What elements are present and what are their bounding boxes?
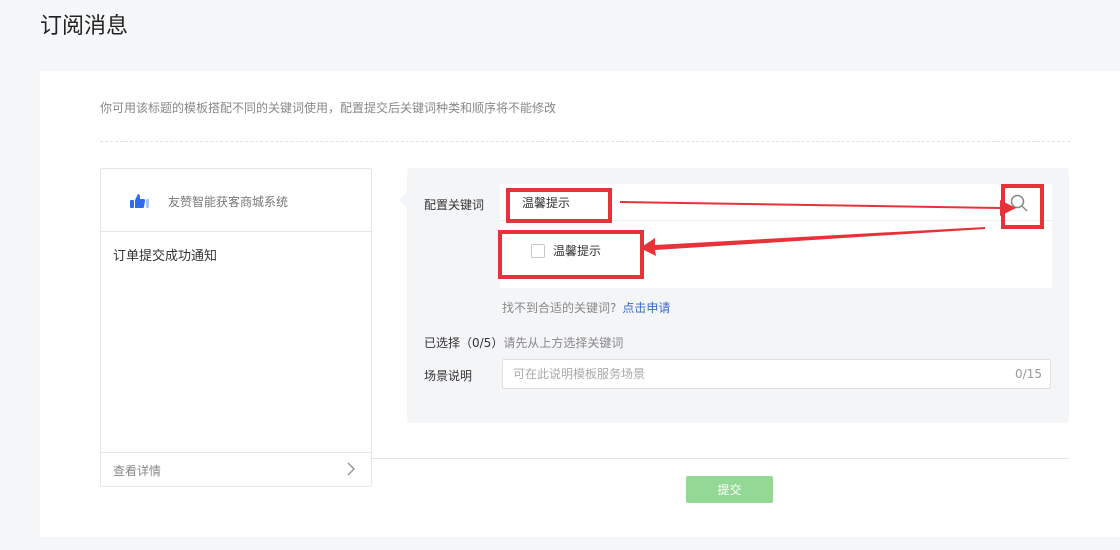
keyword-option-label: 温馨提示 [553, 244, 602, 258]
keyword-checkbox[interactable] [531, 243, 545, 258]
scene-counter: 0/15 [1015, 367, 1042, 381]
keyword-box: 温馨提示 [500, 184, 1052, 288]
form-panel: 配置关键词 温馨提示 找不到合适的关键词? 点击申请 已选择（0/5）请先从上方选… [399, 168, 1069, 423]
not-found-hint: 找不到合适的关键词? 点击申请 [502, 299, 670, 316]
panel-pointer [399, 192, 407, 208]
preview-footer[interactable]: 查看详情 [101, 452, 371, 486]
selected-hint: 请先从上方选择关键词 [503, 336, 624, 350]
submit-button[interactable]: 提交 [686, 476, 773, 503]
search-icon[interactable] [1010, 194, 1028, 212]
chevron-right-icon [347, 462, 356, 476]
not-found-text: 找不到合适的关键词? [502, 301, 617, 315]
apply-link[interactable]: 点击申请 [622, 301, 670, 315]
main-card: 你可用该标题的模板搭配不同的关键词使用，配置提交后关键词种类和顺序将不能修改 友… [40, 71, 1120, 537]
view-details-link[interactable]: 查看详情 [113, 462, 161, 479]
thumbs-up-icon [130, 194, 149, 208]
divider [100, 141, 1070, 142]
message-title: 订单提交成功通知 [113, 249, 218, 264]
scene-label: 场景说明 [424, 369, 473, 383]
selected-count: 已选择（0/5）请先从上方选择关键词 [424, 334, 623, 351]
template-tip: 你可用该标题的模板搭配不同的关键词使用，配置提交后关键词种类和顺序将不能修改 [100, 101, 557, 115]
app-name: 友赞智能获客商城系统 [168, 195, 289, 209]
selected-label: 已选择（0/5） [424, 336, 504, 350]
preview-header: 友赞智能获客商城系统 [101, 169, 371, 232]
keyword-option[interactable]: 温馨提示 [531, 242, 601, 259]
keyword-search-input[interactable] [500, 184, 1052, 221]
keyword-label: 配置关键词 [424, 198, 485, 212]
message-preview: 友赞智能获客商城系统 订单提交成功通知 查看详情 [100, 168, 372, 487]
footer-divider [370, 458, 1069, 459]
scene-input[interactable] [502, 359, 1051, 389]
page-title: 订阅消息 [40, 14, 129, 39]
